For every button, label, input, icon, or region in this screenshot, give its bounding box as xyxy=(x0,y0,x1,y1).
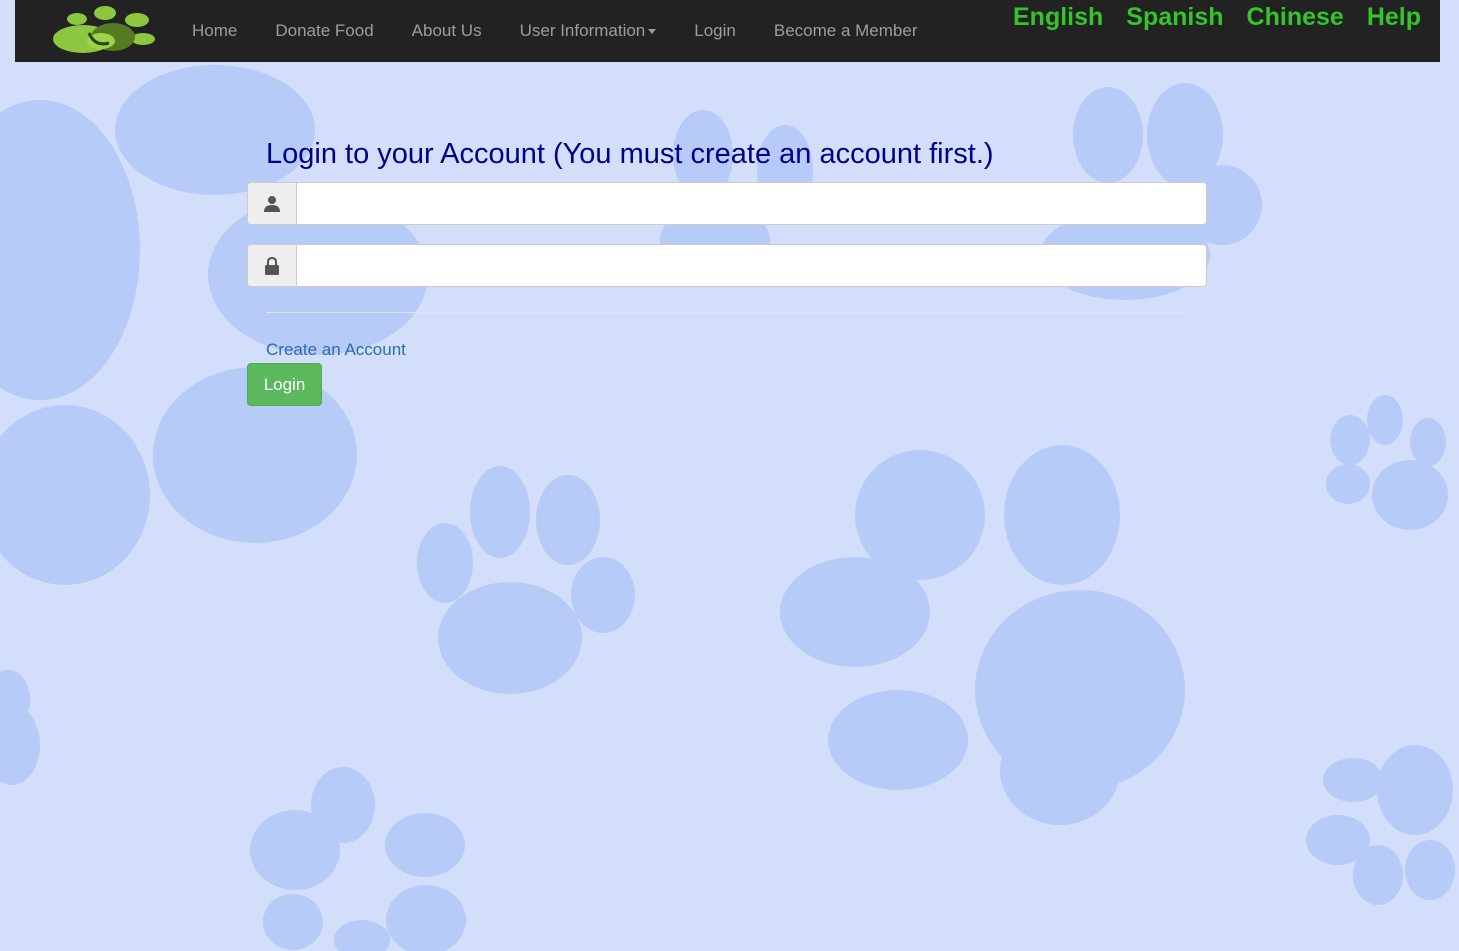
main-nav: Home Donate Food About Us User Informati… xyxy=(192,0,956,62)
form-divider xyxy=(266,312,1188,313)
language-links: English Spanish Chinese Help xyxy=(990,0,1421,34)
user-icon xyxy=(248,183,297,224)
caret-down-icon xyxy=(648,28,657,34)
login-button[interactable]: Login xyxy=(247,363,322,406)
password-input[interactable] xyxy=(297,245,1206,284)
nav-user-information-dropdown[interactable]: User Information xyxy=(520,0,657,62)
create-account-link[interactable]: Create an Account xyxy=(266,338,406,362)
navbar: Home Donate Food About Us User Informati… xyxy=(15,0,1440,62)
nav-login-link[interactable]: Login xyxy=(694,0,736,62)
nav-user-information-label: User Information xyxy=(519,21,646,40)
paw-logo[interactable] xyxy=(51,3,163,59)
nav-about-us-link[interactable]: About Us xyxy=(412,0,482,62)
nav-become-member-link[interactable]: Become a Member xyxy=(774,0,918,62)
username-input-group xyxy=(247,182,1207,225)
nav-home-link[interactable]: Home xyxy=(192,0,237,62)
nav-donate-food-link[interactable]: Donate Food xyxy=(275,0,373,62)
login-form: Login to your Account (You must create a… xyxy=(0,0,1459,951)
language-spanish-link[interactable]: Spanish xyxy=(1126,0,1223,34)
help-link[interactable]: Help xyxy=(1367,0,1421,34)
username-input[interactable] xyxy=(297,183,1206,222)
language-chinese-link[interactable]: Chinese xyxy=(1247,0,1344,34)
language-english-link[interactable]: English xyxy=(1013,0,1103,34)
page-title: Login to your Account (You must create a… xyxy=(266,138,994,170)
lock-icon xyxy=(248,245,297,286)
password-input-group xyxy=(247,244,1207,287)
